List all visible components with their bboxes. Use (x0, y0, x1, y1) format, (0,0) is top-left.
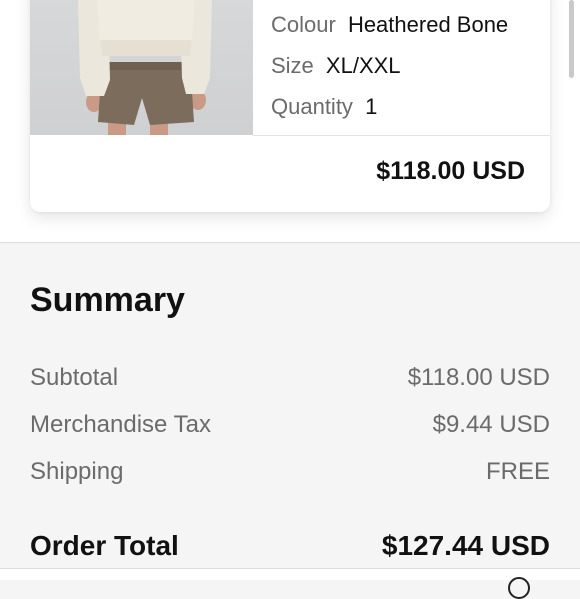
summary-row-order-total: Order Total $127.44 USD (30, 529, 550, 563)
scrollbar[interactable] (569, 0, 574, 78)
circle-icon[interactable] (508, 577, 530, 599)
attribute-colour: Colour Heathered Bone (271, 10, 508, 51)
summary-row-shipping: Shipping FREE (30, 455, 550, 489)
attribute-label: Size (271, 53, 314, 78)
attribute-value: 1 (365, 94, 378, 119)
line-item-price: $118.00 USD (376, 157, 525, 185)
summary-value: $9.44 USD (432, 411, 550, 438)
attribute-label: Quantity (271, 94, 353, 119)
summary-label: Subtotal (30, 364, 119, 391)
attribute-value: Heathered Bone (347, 12, 509, 37)
summary-value: $118.00 USD (407, 364, 550, 391)
summary-value: FREE (485, 458, 550, 485)
cart-item-section: Colour Heathered Bone Size XL/XXL Quanti… (0, 0, 580, 243)
section-divider (0, 242, 580, 243)
attribute-size: Size XL/XXL (271, 51, 508, 92)
summary-label: Merchandise Tax (30, 411, 211, 438)
product-image[interactable] (30, 0, 253, 135)
bottom-toolbar (0, 568, 580, 580)
product-card: Colour Heathered Bone Size XL/XXL Quanti… (30, 0, 550, 212)
product-attributes: Colour Heathered Bone Size XL/XXL Quanti… (271, 10, 508, 133)
summary-label: Shipping (30, 458, 124, 485)
attribute-label: Colour (271, 12, 336, 37)
attribute-value: XL/XXL (325, 53, 401, 78)
attribute-quantity: Quantity 1 (271, 92, 508, 133)
order-total-value: $127.44 USD (381, 530, 550, 561)
card-divider (253, 135, 550, 136)
order-total-label: Order Total (30, 530, 179, 561)
summary-row-tax: Merchandise Tax $9.44 USD (30, 408, 550, 442)
summary-row-subtotal: Subtotal $118.00 USD (30, 361, 550, 395)
summary-title: Summary (30, 281, 185, 319)
